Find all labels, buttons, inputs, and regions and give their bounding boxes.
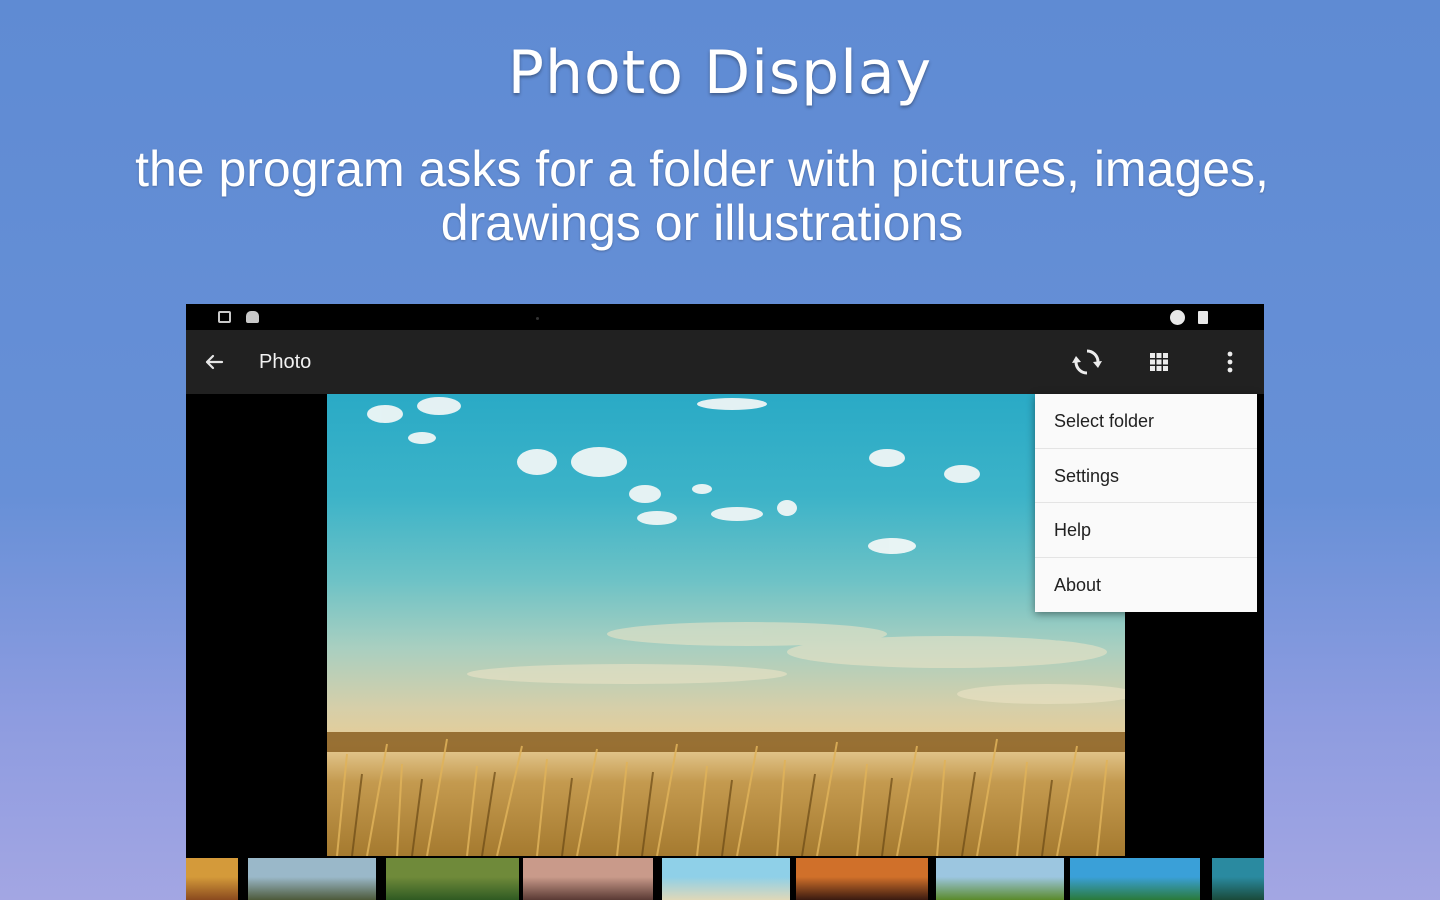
- app-toolbar: Photo: [186, 330, 1264, 394]
- circle-icon: [1170, 310, 1185, 325]
- more-vert-icon[interactable]: [1212, 344, 1248, 380]
- android-icon: [246, 311, 259, 323]
- promo-title: Photo Display: [507, 38, 933, 108]
- beach-sky-thumb[interactable]: [662, 858, 790, 900]
- gallery-icon: [218, 311, 231, 323]
- menu-item-about[interactable]: About: [1035, 558, 1257, 613]
- thumbnail-strip: [186, 856, 1264, 900]
- rocky-shore-thumb[interactable]: [523, 858, 653, 900]
- promo-subtitle-line-1: the program asks for a folder with pictu…: [135, 141, 1269, 197]
- camera-dot: [536, 317, 539, 320]
- sunset-thumb[interactable]: [186, 858, 238, 900]
- grid-icon[interactable]: [1141, 344, 1177, 380]
- back-arrow-icon[interactable]: [200, 348, 228, 376]
- photo-clouds: [367, 397, 980, 554]
- photo-grass: [336, 738, 1108, 856]
- promo-subtitle-line-2: drawings or illustrations: [440, 195, 964, 251]
- tree-meadow-thumb[interactable]: [936, 858, 1064, 900]
- palm-sunset-thumb[interactable]: [796, 858, 928, 900]
- refresh-icon[interactable]: [1069, 344, 1105, 380]
- menu-item-settings[interactable]: Settings: [1035, 449, 1257, 503]
- device-screen: Photo Select folder Settings Help About: [186, 304, 1264, 900]
- green-field-thumb[interactable]: [386, 858, 519, 900]
- status-bar: [186, 304, 1264, 330]
- menu-item-select-folder[interactable]: Select folder: [1035, 394, 1257, 449]
- overflow-menu: Select folder Settings Help About: [1035, 394, 1257, 612]
- island-thumb[interactable]: [1212, 858, 1264, 900]
- promo-subtitle: the program asks for a folder with pictu…: [60, 142, 1344, 250]
- main-photo[interactable]: [327, 394, 1125, 856]
- tropical-lagoon-thumb[interactable]: [1070, 858, 1200, 900]
- toolbar-title: Photo: [259, 351, 312, 373]
- photo-haze: [467, 622, 1125, 704]
- battery-icon: [1198, 311, 1208, 324]
- menu-item-help[interactable]: Help: [1035, 503, 1257, 558]
- mountain-coast-thumb[interactable]: [248, 858, 376, 900]
